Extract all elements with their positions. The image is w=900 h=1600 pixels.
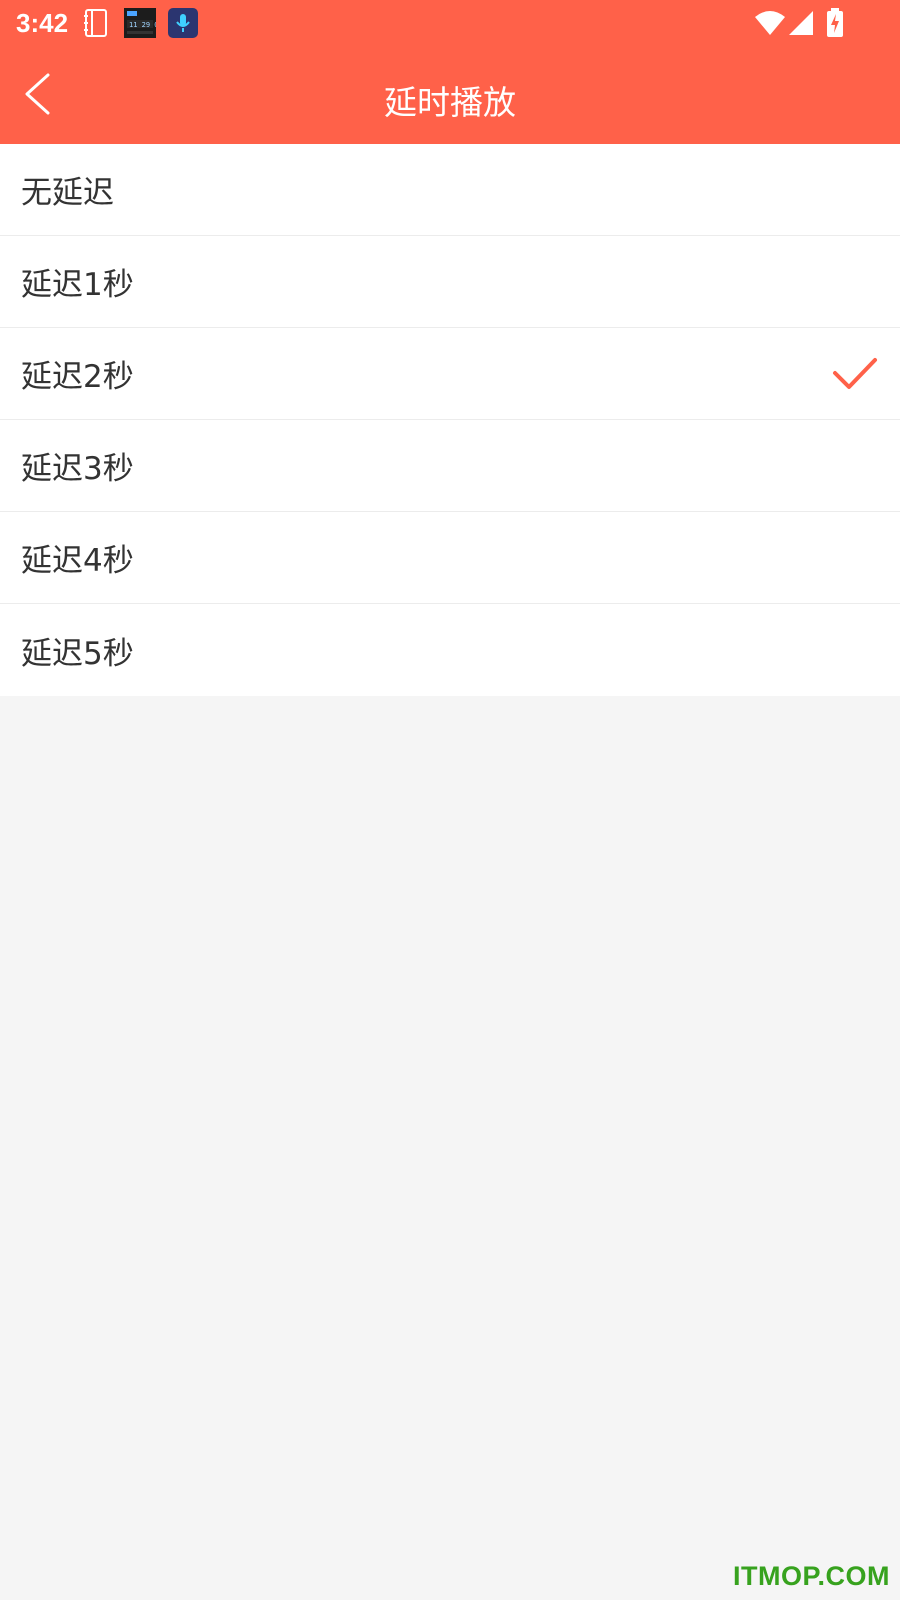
- checkmark-icon: [832, 356, 878, 396]
- notebook-icon: [82, 8, 110, 42]
- status-bar: 3:42 11 29 03: [0, 0, 900, 46]
- wifi-icon: [754, 10, 786, 40]
- option-no-delay[interactable]: 无延迟: [0, 144, 900, 236]
- battery-charging-icon: [826, 8, 844, 42]
- voice-app-icon: [168, 8, 198, 42]
- option-label: 延迟3秒: [21, 451, 134, 487]
- option-label: 延迟2秒: [21, 359, 134, 395]
- option-delay-2s[interactable]: 延迟2秒: [0, 328, 900, 420]
- watermark: ITMOP.COM: [732, 1561, 890, 1591]
- page-title: 延时播放: [384, 83, 516, 122]
- option-label: 延迟1秒: [21, 267, 134, 303]
- option-label: 延迟5秒: [21, 635, 134, 672]
- signal-icon: [788, 10, 814, 40]
- status-time: 3:42: [16, 8, 69, 38]
- option-delay-3s[interactable]: 延迟3秒: [0, 420, 900, 512]
- svg-text:11 29 03: 11 29 03: [129, 21, 156, 29]
- app-bar: 延时播放: [0, 46, 900, 144]
- delay-options-list: 无延迟 延迟1秒 延迟2秒 延迟3秒 延迟4秒 延迟5秒: [0, 144, 900, 696]
- option-label: 无延迟: [21, 175, 114, 211]
- option-delay-5s[interactable]: 延迟5秒: [0, 604, 900, 696]
- option-delay-4s[interactable]: 延迟4秒: [0, 512, 900, 604]
- option-delay-1s[interactable]: 延迟1秒: [0, 236, 900, 328]
- clock-widget-icon: 11 29 03: [124, 8, 163, 42]
- option-label: 延迟4秒: [21, 543, 134, 579]
